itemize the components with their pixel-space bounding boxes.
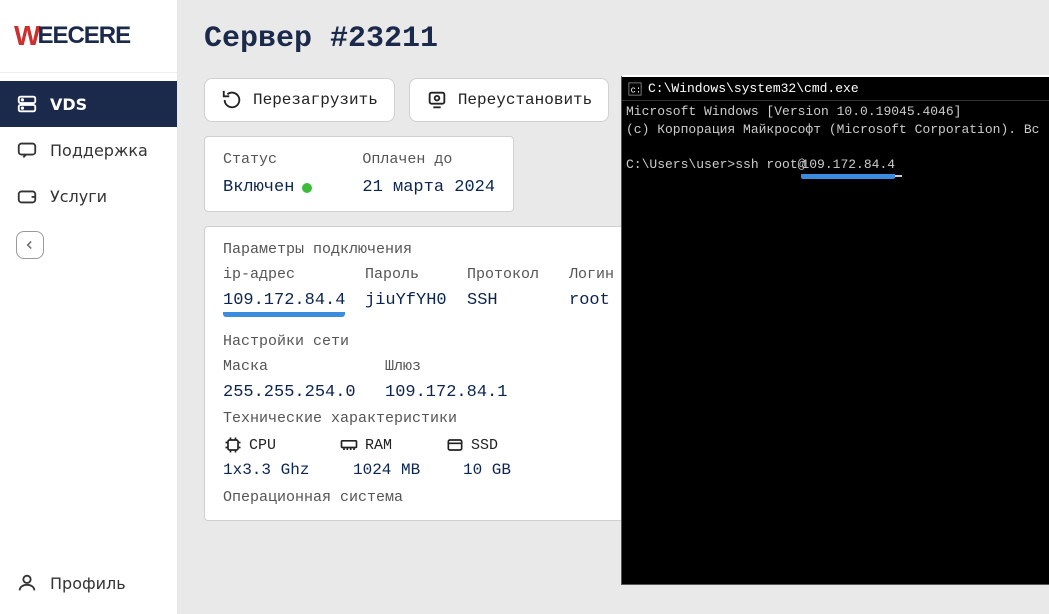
collapse-sidebar-button[interactable] [16, 231, 161, 259]
reinstall-button[interactable]: Переустановить [409, 78, 609, 122]
paid-until-value: 21 марта 2024 [362, 178, 495, 197]
sidebar: WEECERE VDS Поддержка Услуги [0, 0, 178, 614]
reboot-button[interactable]: Перезагрузить [204, 78, 395, 122]
status-label: Статус [223, 151, 312, 168]
sidebar-item-profile[interactable]: Профиль [0, 560, 177, 606]
os-title: Операционная система [223, 489, 625, 506]
password-label: Пароль [365, 266, 445, 283]
cmd-icon: c:\ [628, 82, 642, 96]
gw-label: Шлюз [385, 358, 421, 375]
login-value: root [569, 291, 619, 317]
mask-label: Маска [223, 358, 363, 375]
chat-icon [16, 139, 38, 161]
status-dot-icon [302, 183, 312, 193]
ssd-value: 10 GB [463, 461, 511, 479]
sidebar-item-label: Поддержка [50, 141, 148, 160]
sidebar-item-vds[interactable]: VDS [0, 81, 177, 127]
terminal-title: C:\Windows\system32\cmd.exe [648, 81, 859, 96]
terminal-line-1: Microsoft Windows [Version 10.0.19045.40… [626, 104, 961, 119]
sidebar-item-label: VDS [50, 95, 87, 114]
terminal-prompt-prefix: C:\Users\user>ssh root@ [626, 157, 805, 172]
nav: VDS Поддержка Услуги [0, 73, 177, 219]
logo-text: EECERE [37, 22, 130, 50]
protocol-label: Протокол [467, 266, 547, 283]
terminal-cursor-icon [895, 175, 902, 177]
status-card: Статус Включен Оплачен до 21 марта 2024 [204, 136, 514, 212]
mask-value: 255.255.254.0 [223, 383, 363, 402]
ssd-label: SSD [471, 437, 498, 454]
tech-title: Технические характеристики [223, 410, 625, 427]
sidebar-item-label: Услуги [50, 187, 107, 206]
terminal-line-2: (c) Корпорация Майкрософт (Microsoft Cor… [626, 122, 1039, 137]
terminal-titlebar[interactable]: c:\ C:\Windows\system32\cmd.exe [622, 77, 1049, 101]
protocol-value: SSH [467, 291, 547, 317]
sidebar-item-services[interactable]: Услуги [0, 173, 177, 219]
ram-label: RAM [365, 437, 392, 454]
sidebar-item-support[interactable]: Поддержка [0, 127, 177, 173]
server-icon [16, 93, 38, 115]
button-label: Переустановить [458, 91, 592, 109]
status-value: Включен [223, 178, 294, 197]
login-label: Логин [569, 266, 619, 283]
conn-title: Параметры подключения [223, 241, 625, 258]
user-icon [16, 572, 38, 594]
terminal-window[interactable]: c:\ C:\Windows\system32\cmd.exe Microsof… [621, 75, 1049, 585]
ip-label: ip-адрес [223, 266, 343, 283]
ip-value: 109.172.84.4 [223, 291, 345, 317]
paid-until-label: Оплачен до [362, 151, 495, 168]
details-card: Параметры подключения ip-адрес Пароль Пр… [204, 226, 644, 521]
password-value: jiuYfYH0 [365, 291, 445, 317]
ssd-icon [445, 435, 465, 455]
logo: WEECERE [0, 0, 177, 73]
ram-icon [339, 435, 359, 455]
gw-value: 109.172.84.1 [385, 383, 507, 402]
net-title: Настройки сети [223, 333, 625, 350]
terminal-body[interactable]: Microsoft Windows [Version 10.0.19045.40… [622, 101, 1049, 181]
cpu-value: 1x3.3 Ghz [223, 461, 323, 479]
wallet-icon [16, 185, 38, 207]
reboot-icon [221, 89, 243, 111]
svg-text:c:\: c:\ [631, 85, 642, 95]
terminal-host: 109.172.84.4 [801, 156, 895, 180]
button-label: Перезагрузить [253, 91, 378, 109]
page-title: Сервер #23211 [204, 22, 1023, 56]
cpu-icon [223, 435, 243, 455]
logo-w-icon: W [14, 20, 39, 52]
reinstall-icon [426, 89, 448, 111]
cpu-label: CPU [249, 437, 276, 454]
sidebar-item-label: Профиль [50, 574, 126, 593]
chevron-left-icon [16, 231, 44, 259]
ram-value: 1024 MB [353, 461, 433, 479]
